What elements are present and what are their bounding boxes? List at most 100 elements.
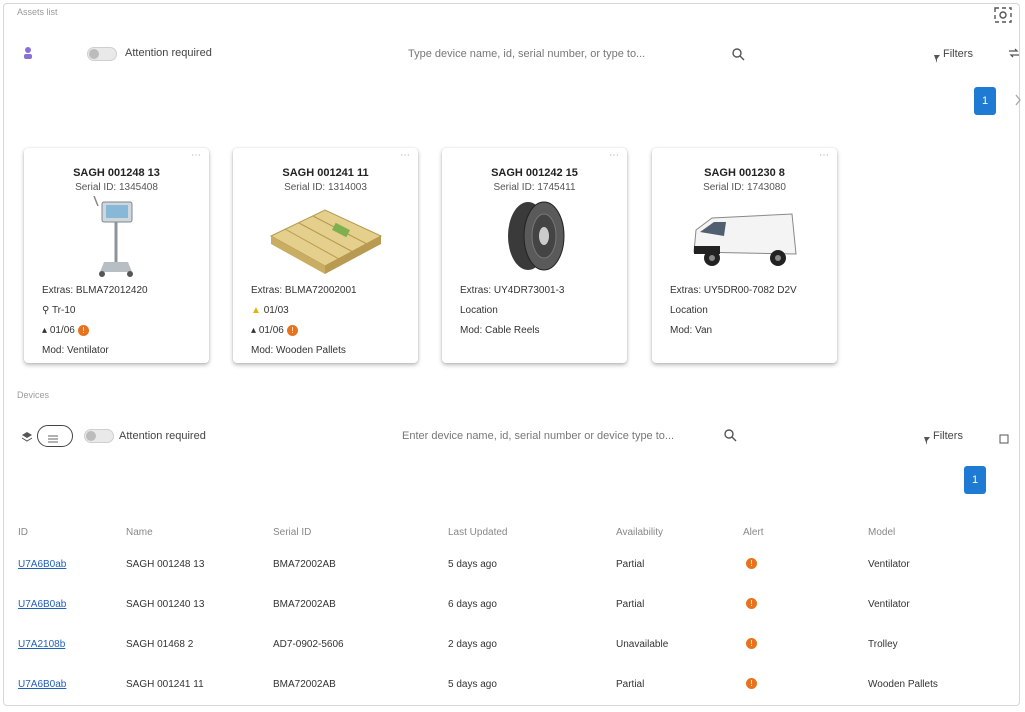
device-model: Ventilator [868, 558, 910, 570]
card-location-text: Tr-10 [51, 305, 76, 316]
more-icon[interactable]: ⋯ [819, 150, 829, 161]
chevron-right-icon[interactable] [1015, 93, 1021, 111]
search-icon[interactable] [723, 428, 737, 447]
alert-badge: ! [746, 638, 757, 650]
more-icon[interactable]: ⋯ [400, 150, 410, 161]
asset-card[interactable]: ⋯ SAGH 001241 11 Serial ID: 1314003 Extr… [233, 148, 418, 363]
column-header-alert[interactable]: Alert [743, 520, 868, 544]
search-icon[interactable] [731, 47, 745, 66]
column-header-serial-id[interactable]: Serial ID [273, 520, 448, 544]
card-subtitle: Serial ID: 1745411 [493, 182, 576, 193]
card-title: SAGH 001248 13 [73, 167, 160, 179]
top-page-button[interactable]: 1 [974, 87, 996, 115]
device-serial: AD7-0902-5606 [273, 638, 344, 650]
user-icon [23, 46, 33, 65]
device-availability: Partial [616, 678, 645, 690]
device-last-updated: 6 days ago [448, 598, 497, 610]
device-last-updated: 2 days ago [448, 638, 497, 650]
card-title: SAGH 001241 11 [282, 167, 369, 179]
card-location: Location [460, 305, 498, 316]
table-row[interactable]: U7A6B0ab SAGH 001241 11 BMA72002AB 5 day… [18, 664, 988, 704]
table-row[interactable]: U7A6B0ab SAGH 001248 13 BMA72002AB 5 day… [18, 544, 988, 584]
table-row[interactable]: U7A6B0ab SAGH 001240 13 BMA72002AB 6 day… [18, 584, 988, 624]
column-header-last-updated[interactable]: Last Updated [448, 520, 616, 544]
device-serial: BMA72002AB [273, 558, 336, 570]
card-subtitle: Serial ID: 1314003 [284, 182, 367, 193]
card-title: SAGH 001242 15 [491, 167, 578, 179]
device-name: SAGH 001248 13 [126, 558, 205, 570]
more-icon[interactable]: ⋯ [609, 150, 619, 161]
location-icon: ⚲ [42, 305, 50, 316]
device-availability: Unavailable [616, 638, 669, 650]
asset-card[interactable]: ⋯ SAGH 001248 13 Serial ID: 1345408 Extr… [24, 148, 209, 363]
pallet-image [263, 196, 388, 278]
device-id-link[interactable]: U7A6B0ab [18, 599, 66, 610]
alert-badge: ! [746, 598, 757, 610]
asset-card[interactable]: ⋯ SAGH 001242 15 Serial ID: 1745411 Extr… [442, 148, 627, 363]
top-filters-button[interactable]: Filters [943, 48, 973, 60]
layers-icon[interactable] [21, 430, 33, 448]
device-name: SAGH 01468 2 [126, 638, 194, 650]
device-id-link[interactable]: U7A2108b [18, 639, 65, 650]
column-header-id[interactable]: ID [18, 520, 126, 544]
table-row[interactable]: U7A2108b SAGH 01468 2 AD7-0902-5606 2 da… [18, 624, 988, 664]
top-attention-toggle[interactable] [87, 47, 117, 61]
device-id-link[interactable]: U7A6B0ab [18, 679, 66, 690]
device-last-updated: 5 days ago [448, 558, 497, 570]
bottom-attention-toggle[interactable] [84, 429, 114, 443]
device-serial: BMA72002AB [273, 678, 336, 690]
device-name: SAGH 001240 13 [126, 598, 205, 610]
cable-reel-image [472, 196, 597, 278]
asset-card[interactable]: ⋯ SAGH 001230 8 Serial ID: 1743080 Extra… [652, 148, 837, 363]
card-subtitle: Serial ID: 1743080 [703, 182, 786, 193]
top-attention-label: Attention required [125, 47, 212, 59]
van-image [682, 196, 807, 278]
devices-table: ID Name Serial ID Last Updated Availabil… [18, 520, 988, 704]
expand-icon[interactable] [999, 431, 1009, 449]
top-search-input[interactable]: Type device name, id, serial number, or … [408, 48, 645, 60]
screenshot-icon[interactable] [993, 6, 1013, 29]
table-header-row: ID Name Serial ID Last Updated Availabil… [18, 520, 988, 544]
card-extras: Extras: UY4DR73001-3 [460, 285, 565, 296]
card-model: Mod: Wooden Pallets [251, 345, 346, 356]
column-header-name[interactable]: Name [126, 520, 273, 544]
device-availability: Partial [616, 598, 645, 610]
bottom-search-input[interactable]: Enter device name, id, serial number or … [402, 430, 674, 442]
warning-icon: ▲ [251, 305, 261, 316]
column-header-model[interactable]: Model [868, 520, 988, 544]
card-location: Location [670, 305, 708, 316]
card-location: ⚲ Tr-10 [42, 305, 75, 316]
bottom-page-button[interactable]: 1 [964, 466, 986, 494]
ventilator-image [54, 195, 179, 278]
alert-badge: ! [746, 558, 757, 570]
alert-badge: ! [746, 678, 757, 690]
battery-icon: ▴ [42, 325, 48, 337]
filter-icon[interactable] [934, 50, 940, 68]
top-section-label: Assets list [17, 7, 58, 17]
bottom-filters-button[interactable]: Filters [933, 430, 963, 442]
card-location: ▲ 01/03 [251, 305, 289, 316]
card-extras: Extras: UY5DR00-7082 D2V [670, 285, 797, 296]
bottom-attention-label: Attention required [119, 430, 206, 442]
filter-icon[interactable] [924, 432, 930, 450]
card-title: SAGH 001230 8 [704, 167, 785, 179]
alert-badge: ! [77, 325, 89, 336]
bottom-section-label: Devices [17, 390, 50, 400]
device-model: Ventilator [868, 598, 910, 610]
device-name: SAGH 001241 11 [126, 678, 204, 690]
more-icon[interactable]: ⋯ [191, 150, 201, 161]
card-model: Mod: Cable Reels [460, 325, 540, 336]
list-view-icon[interactable] [47, 431, 59, 449]
refresh-icon[interactable] [1007, 46, 1021, 65]
card-status: ▴ 01/06! [251, 325, 298, 336]
card-extras: Extras: BLMA72012420 [42, 285, 148, 296]
card-status-text: 01/06 [49, 325, 75, 337]
card-model: Mod: Van [670, 325, 713, 336]
card-status-text: 01/06 [258, 325, 284, 337]
device-model: Wooden Pallets [868, 678, 938, 690]
device-last-updated: 5 days ago [448, 678, 497, 690]
card-subtitle: Serial ID: 1345408 [75, 182, 158, 193]
card-model: Mod: Ventilator [42, 345, 109, 356]
device-id-link[interactable]: U7A6B0ab [18, 559, 66, 570]
column-header-availability[interactable]: Availability [616, 520, 743, 544]
